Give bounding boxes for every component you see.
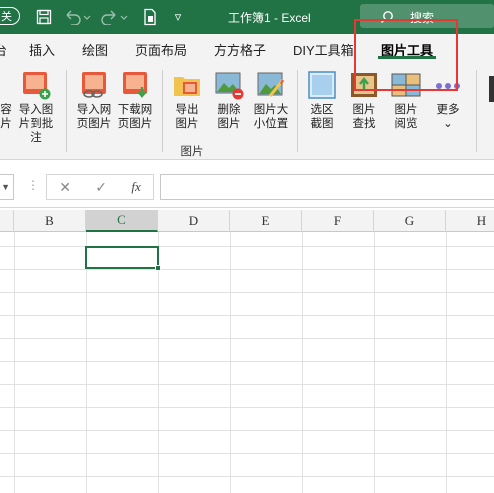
ribbon-button-label: 选区 截图 (310, 104, 334, 130)
ribbon-button-label: 图片大 小位置 (253, 104, 289, 130)
ribbon-separator (162, 70, 163, 152)
formula-input[interactable] (160, 174, 494, 200)
selection-screenshot-button[interactable]: 选区 截图 (300, 68, 344, 131)
fill-handle[interactable] (155, 265, 161, 271)
delete-image-button[interactable]: 删除 图片 (207, 68, 251, 131)
formula-bar-splitter-icon[interactable]: ⋮ (27, 178, 39, 192)
active-cell-c2[interactable] (85, 246, 159, 269)
customize-glyph: ▿ (174, 9, 182, 24)
autosave-toggle[interactable]: 关 (0, 7, 20, 25)
fx-icon[interactable]: fx (131, 179, 140, 195)
highlight-annotation-box (354, 19, 458, 91)
confirm-icon[interactable]: ✓ (95, 179, 107, 196)
grid-row-line (0, 476, 494, 477)
ribbon-button-label: 图片 查找 (352, 104, 376, 130)
tab-fangfang-grid[interactable]: 方方格子 (214, 34, 266, 64)
grid-row-line (0, 430, 494, 431)
clipboard-icon[interactable] (140, 0, 160, 34)
grid-row-line (0, 315, 494, 316)
ribbon-separator (476, 70, 477, 152)
ribbon-button-label: 更多 ⌄ (436, 104, 460, 130)
customize-toolbar-icon[interactable]: ▿ (170, 0, 186, 34)
ribbon-group-label: 图片 (180, 146, 204, 158)
column-header-a-partial[interactable] (0, 210, 14, 232)
cancel-icon[interactable]: ✕ (59, 179, 71, 196)
column-header-c[interactable]: C (86, 210, 158, 232)
column-header-h[interactable]: H (446, 210, 494, 232)
grid-row-line (0, 338, 494, 339)
grid-row-line (0, 407, 494, 408)
ribbon-button-label: 导出 图片 (175, 104, 199, 130)
column-header-e[interactable]: E (230, 210, 302, 232)
column-header-b[interactable]: B (14, 210, 86, 232)
document-title: 工作簿1 - Excel (228, 10, 311, 25)
import-to-comment-icon (21, 70, 51, 100)
ribbon-button-label: 删除 图片 (217, 104, 241, 130)
image-size-position-icon (256, 70, 286, 100)
ribbon-next-group-icon[interactable] (486, 70, 494, 110)
ribbon-button-label: 图片 阅览 (394, 104, 418, 130)
formula-controls: ✕ ✓ fx (46, 174, 154, 200)
image-size-position-button[interactable]: 图片大 小位置 (249, 68, 293, 131)
ribbon-separator (297, 70, 298, 152)
ribbon-button-label: 导入网 页图片 (76, 104, 112, 130)
ribbon-separator (66, 70, 67, 152)
tab-draw[interactable]: 绘图 (82, 34, 108, 64)
ribbon-button-label: 导入图 片到批注 (18, 104, 54, 144)
folder-export-icon (172, 70, 202, 100)
import-web-image-icon (79, 70, 109, 100)
undo-icon[interactable] (62, 0, 92, 34)
column-header-d[interactable]: D (158, 210, 230, 232)
grid-row-line (0, 292, 494, 293)
delete-image-icon (214, 70, 244, 100)
name-box[interactable]: ▼ (0, 174, 14, 200)
grid-row-line (0, 269, 494, 270)
ribbon-button-label: 容 片 (0, 104, 12, 130)
grid-row-line (0, 453, 494, 454)
autosave-label: 关 (1, 11, 12, 23)
chevron-down-icon: ▼ (1, 182, 10, 192)
grid-row-line (0, 384, 494, 385)
tab-page-layout[interactable]: 页面布局 (135, 34, 187, 64)
redo-icon[interactable] (100, 0, 130, 34)
tab-diy-toolbox[interactable]: DIY工具箱 (293, 34, 354, 64)
selection-screenshot-icon (307, 70, 337, 100)
export-image-button[interactable]: 导出 图片 (165, 68, 209, 131)
grid-row-line (0, 246, 494, 247)
ribbon-button-label: 下载网 页图片 (117, 104, 153, 130)
grid-row-line (0, 361, 494, 362)
download-web-image-icon (120, 70, 150, 100)
download-web-image-button[interactable]: 下载网 页图片 (113, 68, 157, 131)
tab-insert[interactable]: 插入 (29, 34, 55, 64)
tab-partial[interactable]: 台 (0, 34, 7, 64)
save-icon[interactable] (34, 0, 54, 34)
import-image-to-comment-button[interactable]: 导入图 片到批注 (14, 68, 58, 145)
column-header-g[interactable]: G (374, 210, 446, 232)
column-header-f[interactable]: F (302, 210, 374, 232)
import-web-image-button[interactable]: 导入网 页图片 (72, 68, 116, 131)
